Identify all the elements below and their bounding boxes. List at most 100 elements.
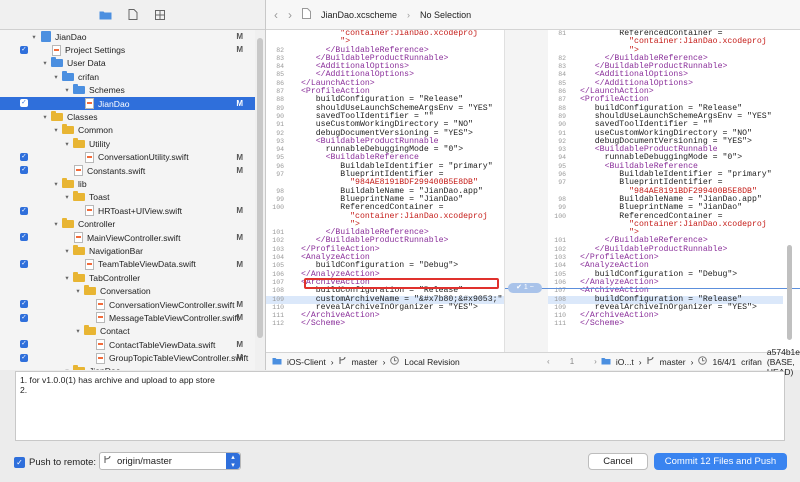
include-checkbox[interactable]: ✓	[20, 300, 28, 309]
modified-badge: M	[236, 299, 243, 309]
sidebar-scrollbar[interactable]	[255, 30, 265, 370]
folder-icon	[73, 191, 85, 202]
include-checkbox[interactable]: ✓	[20, 353, 28, 362]
commit-message-line: 1. for v1.0.0(1) has archive and upload …	[20, 375, 215, 385]
disclosure-triangle-icon[interactable]: ▾	[41, 113, 49, 121]
code-text: </Scheme>	[301, 319, 346, 329]
commit-date[interactable]: 16/4/1	[712, 357, 736, 367]
tree-item[interactable]: ✓ Constants.swift M	[0, 164, 255, 177]
tree-item[interactable]: ✓ MessageTableViewController.swift M	[0, 311, 255, 324]
diff-change-toggle[interactable]: ✔ 1 ~	[508, 283, 542, 293]
cancel-button[interactable]: Cancel	[588, 453, 648, 470]
folder-icon	[73, 137, 85, 148]
commit-and-push-button[interactable]: Commit 12 Files and Push	[654, 453, 787, 470]
push-to-remote-checkbox[interactable]: ✓	[14, 457, 25, 468]
disclosure-triangle-icon[interactable]: ▾	[74, 287, 82, 295]
tree-item[interactable]: ✓ ConversationViewController.swift M	[0, 298, 255, 311]
tree-item[interactable]: ▾ crifan	[0, 70, 255, 83]
include-checkbox[interactable]: ✓	[20, 260, 28, 269]
include-checkbox[interactable]: ✓	[20, 99, 28, 108]
local-revision[interactable]: Local Revision	[404, 357, 459, 367]
document-icon[interactable]	[126, 9, 139, 20]
disclosure-triangle-icon[interactable]: ▾	[41, 59, 49, 67]
include-checkbox[interactable]: ✓	[20, 340, 28, 349]
jumpbar-selection[interactable]: No Selection	[420, 10, 471, 20]
branch-icon	[647, 356, 655, 367]
tree-item[interactable]: ✓ MainViewController.swift M	[0, 231, 255, 244]
tree-item[interactable]: ✓ HRToast+UIView.swift M	[0, 204, 255, 217]
line-number: 93	[276, 137, 284, 145]
include-checkbox[interactable]: ✓	[20, 166, 28, 175]
disclosure-triangle-icon[interactable]: ▾	[52, 180, 60, 188]
clock-icon	[698, 356, 708, 367]
include-checkbox[interactable]: ✓	[20, 313, 28, 322]
tree-item[interactable]: ▾ NavigationBar	[0, 244, 255, 257]
tree-item[interactable]: ▾ JianDao	[0, 365, 255, 370]
disclosure-triangle-icon[interactable]: ▾	[63, 274, 71, 282]
tree-item[interactable]: ✓ Project Settings M	[0, 43, 255, 56]
disclosure-triangle-icon[interactable]: ▾	[52, 73, 60, 81]
tree-item-label: TabController	[89, 272, 141, 283]
local-code-pane[interactable]: "container:JianDao.xcodeproj "> 82 </Buil…	[266, 30, 505, 352]
previous-change-icon[interactable]: ‹	[547, 357, 550, 366]
chevron-right-icon: ›	[330, 356, 334, 367]
remote-branch[interactable]: master	[660, 357, 686, 367]
remote-project[interactable]: iO...t	[616, 357, 634, 367]
local-branch[interactable]: master	[352, 357, 378, 367]
chevron-right-icon: ›	[382, 356, 386, 367]
change-stepper[interactable]: ‹ 1 ›	[547, 357, 597, 366]
disclosure-triangle-icon[interactable]: ▾	[63, 86, 71, 94]
line-number: 96	[276, 162, 284, 170]
include-checkbox[interactable]: ✓	[20, 45, 28, 54]
modified-badge: M	[236, 32, 243, 41]
tree-item[interactable]: ▾ Classes	[0, 110, 255, 123]
folder-icon[interactable]	[99, 9, 112, 20]
disclosure-triangle-icon[interactable]: ▾	[74, 327, 82, 335]
tree-item[interactable]: ▾ Contact	[0, 325, 255, 338]
jumpbar-file[interactable]: JianDao.xcscheme	[321, 10, 397, 20]
line-number: 89	[276, 104, 284, 112]
modified-badge: M	[236, 259, 243, 269]
editor-scrollbar[interactable]	[787, 245, 792, 340]
tree-item[interactable]: ▾ Conversation	[0, 284, 255, 297]
commit-message-input[interactable]: 1. for v1.0.0(1) has archive and upload …	[15, 371, 785, 441]
disclosure-triangle-icon[interactable]: ▾	[63, 193, 71, 201]
line-number: 85	[276, 71, 284, 79]
remote-code-pane[interactable]: 81 ReferencedContainer = "container:Jian…	[548, 30, 783, 352]
tree-item[interactable]: ✓ GroupTopicTableViewController.swift M	[0, 351, 255, 364]
file-icon	[74, 232, 83, 244]
tree-item[interactable]: ▾ Toast	[0, 191, 255, 204]
disclosure-triangle-icon[interactable]: ▾	[63, 247, 71, 255]
tree-item[interactable]: ▾ JianDao M	[0, 30, 255, 43]
line-number	[548, 221, 570, 229]
line-number: 111	[272, 312, 284, 320]
tree-item[interactable]: ✓ JianDao M	[0, 96, 255, 111]
updown-chevron-icon: ▴ ▾	[226, 453, 240, 469]
tree-item[interactable]: ▾ lib	[0, 177, 255, 190]
tree-item[interactable]: ▾ Utility	[0, 137, 255, 150]
disclosure-triangle-icon[interactable]: ▾	[52, 126, 60, 134]
grid-icon[interactable]	[153, 9, 166, 20]
tree-item[interactable]: ✓ ConversationUtility.swift M	[0, 151, 255, 164]
include-checkbox[interactable]: ✓	[20, 233, 28, 242]
tree-item[interactable]: ▾ Controller	[0, 217, 255, 230]
tree-item[interactable]: ✓ TeamTableViewData.swift M	[0, 258, 255, 271]
tree-item[interactable]: ✓ ContactTableViewData.swift M	[0, 338, 255, 351]
line-number: 99	[558, 204, 566, 212]
back-arrow-icon[interactable]: ‹	[274, 8, 278, 22]
include-checkbox[interactable]: ✓	[20, 153, 28, 162]
remote-select[interactable]: origin/master ▴ ▾	[99, 452, 241, 470]
forward-arrow-icon[interactable]: ›	[288, 8, 292, 22]
disclosure-triangle-icon[interactable]: ▾	[63, 140, 71, 148]
tree-item-label: Toast	[89, 192, 110, 203]
tree-item[interactable]: ▾ Common	[0, 124, 255, 137]
local-project[interactable]: iOS-Client	[287, 357, 326, 367]
tree-item[interactable]: ▾ User Data	[0, 57, 255, 70]
disclosure-triangle-icon[interactable]: ▾	[52, 220, 60, 228]
include-checkbox[interactable]: ✓	[20, 206, 28, 215]
tree-item[interactable]: ▾ Schemes	[0, 84, 255, 97]
tree-item[interactable]: ▾ TabController	[0, 271, 255, 284]
sidebar-scroll-thumb[interactable]	[257, 38, 263, 338]
disclosure-triangle-icon[interactable]: ▾	[30, 33, 38, 41]
disclosure-triangle-icon[interactable]: ▾	[63, 367, 71, 370]
